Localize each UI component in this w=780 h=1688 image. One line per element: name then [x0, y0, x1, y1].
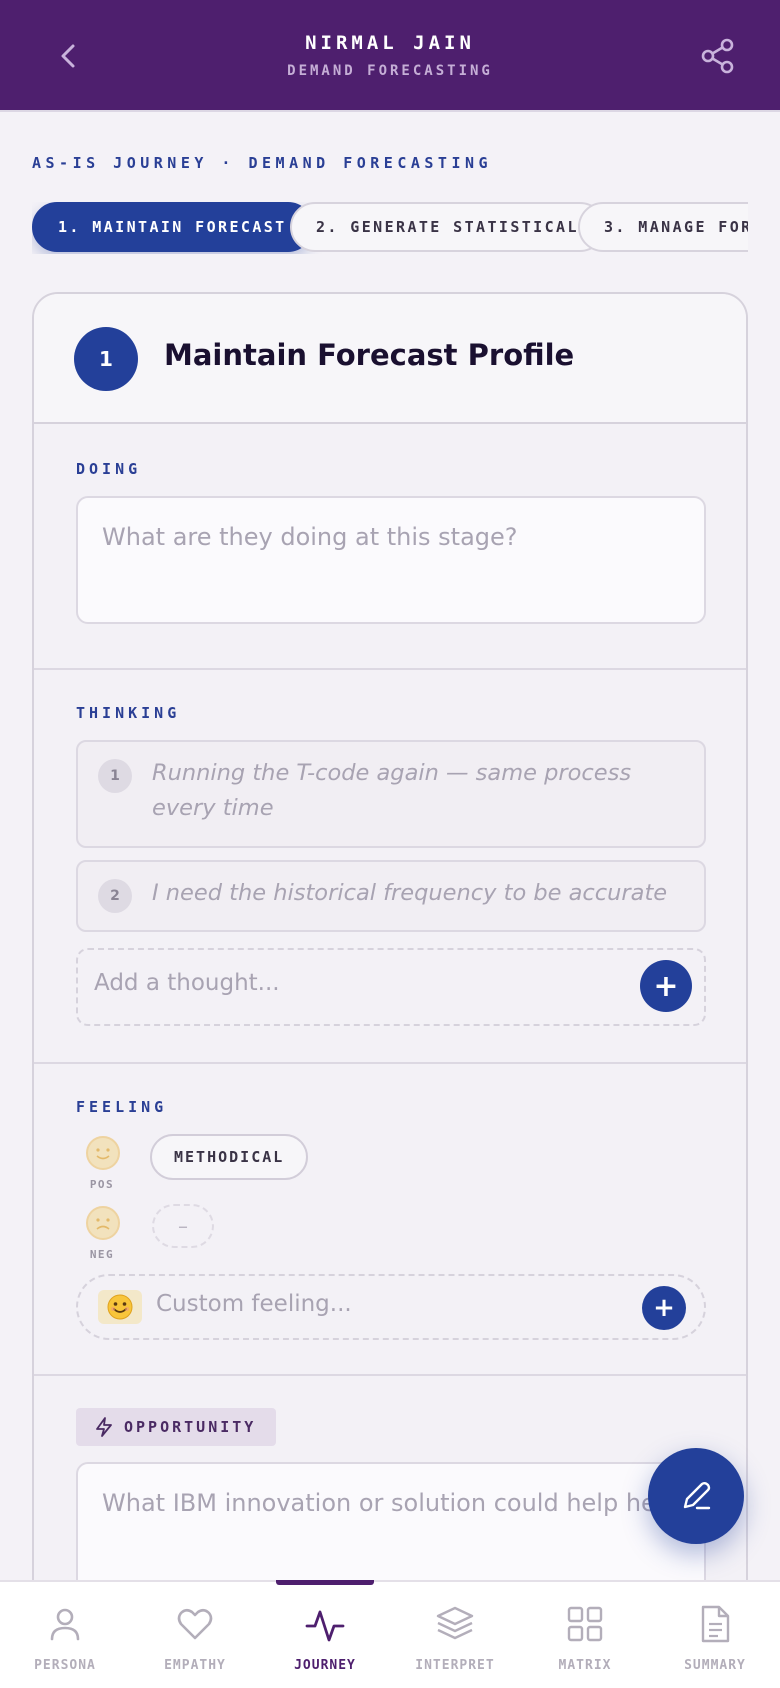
nav-item-interpret[interactable]: INTERPRET — [390, 1582, 520, 1688]
nav-item-journey[interactable]: JOURNEY — [260, 1582, 390, 1688]
stage-title: Maintain Forecast Profile — [164, 338, 575, 372]
opportunity-label: OPPORTUNITY — [76, 1408, 277, 1446]
opportunity-label-text: OPPORTUNITY — [124, 1418, 257, 1436]
tab-stage-1[interactable]: 1. MAINTAIN FORECAST — [32, 202, 313, 252]
nav-label: JOURNEY — [294, 1658, 356, 1673]
thinking-label: THINKING — [76, 704, 181, 722]
nav-label: EMPATHY — [164, 1658, 226, 1673]
doing-input[interactable]: What are they doing at this stage? — [76, 496, 706, 624]
nav-label: INTERPRET — [415, 1658, 495, 1673]
add-thought-placeholder: Add a thought... — [94, 970, 280, 996]
nav-item-persona[interactable]: PERSONA — [0, 1582, 130, 1688]
header-title: NIRMAL JAIN — [305, 32, 475, 54]
pulse-icon — [305, 1610, 345, 1642]
positive-face-icon — [86, 1136, 120, 1170]
stage-card: 1 Maintain Forecast Profile DOING What a… — [32, 292, 748, 1688]
grid-icon — [567, 1606, 603, 1642]
tab-stage-2[interactable]: 2. GENERATE STATISTICAL — [290, 202, 605, 252]
breadcrumb: AS-IS JOURNEY · DEMAND FORECASTING — [32, 154, 493, 172]
nav-label: PERSONA — [34, 1658, 96, 1673]
layers-icon — [436, 1606, 474, 1640]
header-subtitle: DEMAND FORECASTING — [287, 63, 493, 79]
stage-number-badge: 1 — [74, 327, 138, 391]
negative-label: NEG — [89, 1248, 115, 1261]
nav-item-empathy[interactable]: EMPATHY — [130, 1582, 260, 1688]
document-icon — [701, 1605, 730, 1643]
nav-label: MATRIX — [558, 1658, 612, 1673]
lightning-icon — [96, 1417, 112, 1437]
custom-feeling-placeholder: Custom feeling... — [156, 1291, 352, 1317]
emoji-picker-button[interactable] — [98, 1290, 142, 1324]
thought-number: 2 — [98, 879, 132, 913]
share-icon — [701, 38, 734, 74]
bottom-nav: PERSONA EMPATHY JOURNEY INTERPRET MATRIX — [0, 1580, 780, 1688]
stage-card-header: 1 Maintain Forecast Profile — [34, 294, 746, 424]
add-thought-button[interactable]: + — [640, 960, 692, 1012]
thought-text: I need the historical frequency to be ac… — [152, 880, 668, 906]
person-icon — [50, 1608, 80, 1641]
feeling-chip-positive[interactable]: METHODICAL — [150, 1134, 309, 1180]
doing-label: DOING — [76, 460, 142, 478]
app-header: NIRMAL JAIN DEMAND FORECASTING — [0, 0, 780, 112]
thought-item[interactable]: 1 Running the T-code again — same proces… — [76, 740, 706, 848]
add-thought-field[interactable]: Add a thought... + — [76, 948, 706, 1026]
tab-stage-3[interactable]: 3. MANAGE FOREC — [578, 202, 748, 252]
share-button[interactable] — [692, 30, 744, 82]
thought-number: 1 — [98, 759, 132, 793]
negative-face-icon — [86, 1206, 120, 1240]
positive-label: POS — [89, 1178, 115, 1191]
custom-feeling-field[interactable]: Custom feeling... + — [76, 1274, 706, 1340]
nav-item-matrix[interactable]: MATRIX — [520, 1582, 650, 1688]
pencil-icon — [683, 1482, 711, 1510]
nav-item-summary[interactable]: SUMMARY — [650, 1582, 780, 1688]
thought-text: Running the T-code again — same process … — [152, 760, 632, 821]
smile-emoji-icon — [107, 1294, 133, 1320]
section-divider — [34, 668, 746, 670]
nav-label: SUMMARY — [684, 1658, 746, 1673]
thought-item[interactable]: 2 I need the historical frequency to be … — [76, 860, 706, 932]
section-divider — [34, 1374, 746, 1376]
add-feeling-button[interactable]: + — [642, 1286, 686, 1330]
feeling-chip-negative-empty[interactable]: – — [152, 1204, 214, 1248]
edit-fab-button[interactable] — [648, 1448, 744, 1544]
heart-icon — [177, 1608, 213, 1640]
stage-tabs: 1. MAINTAIN FORECAST 2. GENERATE STATIST… — [32, 202, 748, 254]
feeling-label: FEELING — [76, 1098, 168, 1116]
section-divider — [34, 1062, 746, 1064]
